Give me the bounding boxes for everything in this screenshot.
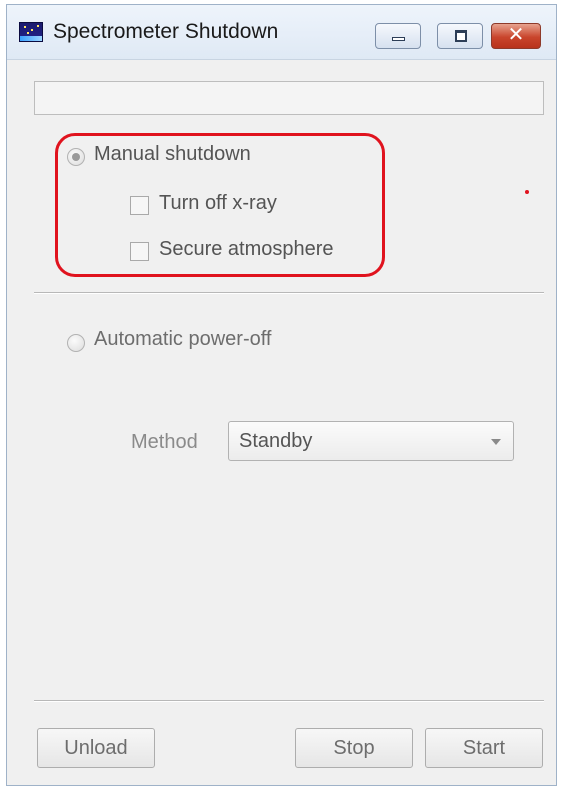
title-bar[interactable]: Spectrometer Shutdown ✕: [7, 5, 556, 60]
chevron-down-icon: [491, 439, 501, 445]
method-dropdown-value: Standby: [239, 430, 313, 452]
maximize-button[interactable]: [437, 23, 483, 49]
minimize-icon: [392, 37, 405, 41]
spectrometer-shutdown-window: Spectrometer Shutdown ✕ Manual shutdown …: [6, 4, 557, 786]
unload-button[interactable]: Unload: [37, 728, 155, 768]
start-button[interactable]: Start: [425, 728, 543, 768]
separator-top: [34, 292, 544, 294]
separator-bottom: [34, 700, 544, 702]
stop-button[interactable]: Stop: [295, 728, 413, 768]
window-title: Spectrometer Shutdown: [53, 20, 279, 43]
automatic-power-off-label: Automatic power-off: [94, 328, 272, 350]
status-field: [34, 81, 544, 115]
spectrometer-app-icon: [19, 22, 43, 42]
method-label: Method: [131, 431, 198, 453]
minimize-button[interactable]: [375, 23, 421, 49]
highlight-annotation: [55, 133, 385, 277]
maximize-icon: [455, 30, 467, 42]
method-dropdown[interactable]: Standby: [228, 421, 514, 461]
close-button[interactable]: ✕: [491, 23, 541, 49]
close-icon: ✕: [507, 24, 525, 46]
annotation-dot: [525, 190, 529, 194]
automatic-power-off-radio[interactable]: [67, 334, 85, 352]
